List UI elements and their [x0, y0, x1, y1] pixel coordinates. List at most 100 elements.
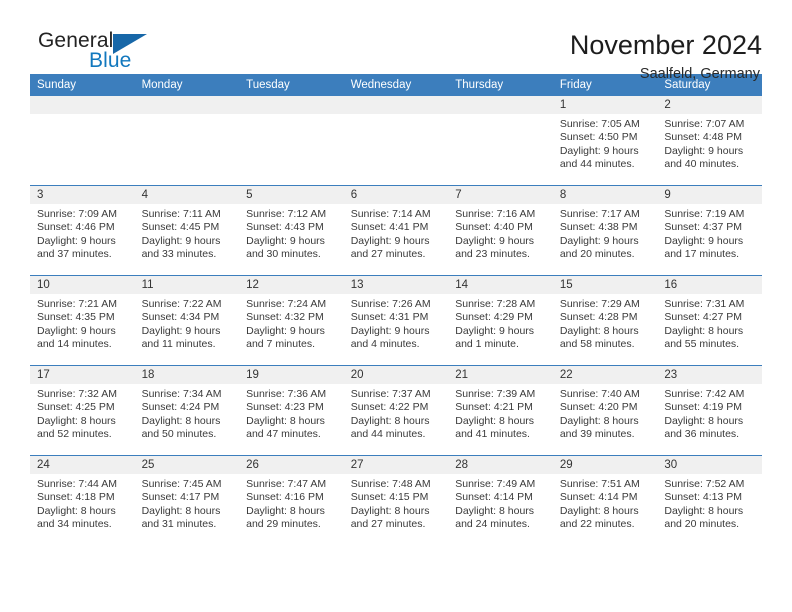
weekday-header-tuesday: Tuesday — [239, 74, 344, 96]
daylight-duration-line1: Daylight: 9 hours — [559, 234, 639, 247]
day-number: 7 — [448, 186, 553, 204]
sunset-time: Sunset: 4:19 PM — [664, 401, 743, 414]
calendar-week-row: 1 Sunrise: 7:05 AM Sunset: 4:50 PM Daylight… — [30, 96, 762, 186]
calendar-day-cell[interactable]: 11 Sunrise: 7:22 AM Sunset: 4:34 PM Dayligh… — [134, 275, 240, 366]
weekday-header-thursday: Thursday — [448, 74, 553, 96]
day-number: 23 — [657, 366, 762, 384]
day-details: Sunrise: 7:51 AM Sunset: 4:14 PM Daylight:… — [553, 474, 658, 532]
calendar-day-cell[interactable]: 23 Sunrise: 7:42 AM Sunset: 4:19 PM Dayligh… — [657, 365, 762, 456]
day-number: 8 — [552, 186, 658, 204]
calendar-day-cell[interactable]: 30 Sunrise: 7:52 AM Sunset: 4:13 PM Dayligh… — [657, 455, 762, 545]
sunset-time: Sunset: 4:18 PM — [37, 491, 115, 504]
day-number: 11 — [134, 276, 240, 294]
sunrise-time: Sunrise: 7:47 AM — [246, 478, 327, 490]
daylight-duration-line1: Daylight: 9 hours — [246, 324, 325, 337]
daylight-duration-line1: Daylight: 8 hours — [246, 504, 325, 517]
calendar-day-cell[interactable]: 22 Sunrise: 7:40 AM Sunset: 4:20 PM Dayligh… — [552, 365, 658, 456]
daylight-duration-line2: and 1 minute. — [455, 338, 519, 351]
calendar-day-cell[interactable]: 2 Sunrise: 7:07 AM Sunset: 4:48 PM Daylight… — [657, 96, 762, 186]
daylight-duration-line1: Daylight: 8 hours — [559, 414, 639, 427]
day-details: Sunrise: 7:19 AM Sunset: 4:37 PM Daylight:… — [657, 204, 762, 262]
day-details: Sunrise: 7:49 AM Sunset: 4:14 PM Daylight:… — [448, 474, 553, 532]
daylight-duration-line1: Daylight: 8 hours — [37, 414, 116, 427]
sunset-time: Sunset: 4:31 PM — [350, 311, 429, 324]
daylight-duration-line2: and 29 minutes. — [246, 518, 321, 531]
sunrise-time: Sunrise: 7:31 AM — [664, 298, 745, 310]
daylight-duration-line2: and 22 minutes. — [559, 518, 635, 531]
sunrise-time: Sunrise: 7:44 AM — [37, 478, 117, 490]
day-number: 22 — [552, 366, 658, 384]
sunrise-time: Sunrise: 7:05 AM — [559, 118, 640, 130]
daylight-duration-line2: and 14 minutes. — [37, 338, 112, 351]
sunrise-time: Sunrise: 7:29 AM — [559, 298, 640, 310]
calendar-day-cell[interactable]: 25 Sunrise: 7:45 AM Sunset: 4:17 PM Dayligh… — [134, 455, 240, 545]
daylight-duration-line2: and 50 minutes. — [141, 428, 217, 441]
calendar-day-cell[interactable]: 6 Sunrise: 7:14 AM Sunset: 4:41 PM Daylight… — [343, 185, 449, 276]
sunrise-sunset-calendar: Sunday Monday Tuesday Wednesday Thursday… — [30, 74, 762, 545]
daylight-duration-line2: and 20 minutes. — [664, 518, 740, 531]
day-number: 5 — [239, 186, 344, 204]
calendar-day-cell[interactable]: 8 Sunrise: 7:17 AM Sunset: 4:38 PM Daylight… — [552, 185, 658, 276]
daylight-duration-line2: and 7 minutes. — [246, 338, 316, 351]
day-number — [448, 96, 553, 114]
general-blue-logo[interactable]: General Blue — [30, 28, 180, 80]
sunrise-time: Sunrise: 7:48 AM — [350, 478, 431, 490]
calendar-day-cell[interactable]: 5 Sunrise: 7:12 AM Sunset: 4:43 PM Daylight… — [239, 185, 344, 276]
calendar-day-cell[interactable]: 19 Sunrise: 7:36 AM Sunset: 4:23 PM Dayligh… — [239, 365, 344, 456]
calendar-day-cell[interactable]: 13 Sunrise: 7:26 AM Sunset: 4:31 PM Dayligh… — [343, 275, 449, 366]
sunrise-time: Sunrise: 7:51 AM — [559, 478, 640, 490]
day-details: Sunrise: 7:45 AM Sunset: 4:17 PM Daylight:… — [135, 474, 240, 532]
day-details: Sunrise: 7:47 AM Sunset: 4:16 PM Daylight:… — [239, 474, 344, 532]
daylight-duration-line1: Daylight: 9 hours — [664, 144, 744, 157]
sunset-time: Sunset: 4:35 PM — [37, 311, 115, 324]
sunrise-time: Sunrise: 7:36 AM — [246, 388, 327, 400]
calendar-day-cell[interactable]: 17 Sunrise: 7:32 AM Sunset: 4:25 PM Dayligh… — [30, 365, 135, 456]
calendar-day-cell[interactable]: 29 Sunrise: 7:51 AM Sunset: 4:14 PM Dayligh… — [552, 455, 658, 545]
calendar-day-cell[interactable]: 3 Sunrise: 7:09 AM Sunset: 4:46 PM Daylight… — [30, 185, 135, 276]
day-number: 24 — [30, 456, 135, 474]
day-number: 12 — [239, 276, 344, 294]
day-details: Sunrise: 7:32 AM Sunset: 4:25 PM Daylight:… — [30, 384, 135, 442]
sunrise-time: Sunrise: 7:26 AM — [350, 298, 431, 310]
calendar-day-cell[interactable]: 16 Sunrise: 7:31 AM Sunset: 4:27 PM Dayligh… — [657, 275, 762, 366]
daylight-duration-line1: Daylight: 8 hours — [559, 504, 639, 517]
calendar-day-cell[interactable]: 12 Sunrise: 7:24 AM Sunset: 4:32 PM Dayligh… — [239, 275, 344, 366]
daylight-duration-line2: and 40 minutes. — [664, 158, 740, 171]
day-number: 21 — [448, 366, 553, 384]
sunset-time: Sunset: 4:41 PM — [350, 221, 429, 234]
calendar-day-cell[interactable]: 1 Sunrise: 7:05 AM Sunset: 4:50 PM Daylight… — [552, 96, 658, 186]
day-number: 30 — [657, 456, 762, 474]
calendar-day-cell[interactable]: 27 Sunrise: 7:48 AM Sunset: 4:15 PM Dayligh… — [343, 455, 449, 545]
day-number: 9 — [657, 186, 762, 204]
calendar-day-cell[interactable]: 26 Sunrise: 7:47 AM Sunset: 4:16 PM Dayligh… — [239, 455, 344, 545]
sunset-time: Sunset: 4:15 PM — [350, 491, 429, 504]
day-details: Sunrise: 7:14 AM Sunset: 4:41 PM Daylight:… — [344, 204, 449, 262]
calendar-day-cell-empty — [134, 96, 240, 186]
calendar-day-cell[interactable]: 24 Sunrise: 7:44 AM Sunset: 4:18 PM Dayligh… — [30, 455, 135, 545]
sunrise-time: Sunrise: 7:49 AM — [455, 478, 536, 490]
daylight-duration-line2: and 27 minutes. — [350, 518, 426, 531]
calendar-day-cell[interactable]: 28 Sunrise: 7:49 AM Sunset: 4:14 PM Dayligh… — [448, 455, 553, 545]
day-details: Sunrise: 7:21 AM Sunset: 4:35 PM Daylight:… — [30, 294, 135, 352]
calendar-day-cell[interactable]: 21 Sunrise: 7:39 AM Sunset: 4:21 PM Dayligh… — [448, 365, 553, 456]
daylight-duration-line1: Daylight: 8 hours — [37, 504, 116, 517]
calendar-day-cell[interactable]: 7 Sunrise: 7:16 AM Sunset: 4:40 PM Daylight… — [448, 185, 553, 276]
daylight-duration-line1: Daylight: 9 hours — [141, 324, 221, 337]
sunset-time: Sunset: 4:25 PM — [37, 401, 115, 414]
calendar-day-cell[interactable]: 10 Sunrise: 7:21 AM Sunset: 4:35 PM Dayligh… — [30, 275, 135, 366]
sunset-time: Sunset: 4:40 PM — [455, 221, 533, 234]
day-details: Sunrise: 7:12 AM Sunset: 4:43 PM Daylight:… — [239, 204, 344, 262]
daylight-duration-line1: Daylight: 8 hours — [350, 414, 430, 427]
sunset-time: Sunset: 4:32 PM — [246, 311, 324, 324]
daylight-duration-line2: and 37 minutes. — [37, 248, 112, 261]
day-number: 2 — [657, 96, 762, 114]
calendar-day-cell[interactable]: 9 Sunrise: 7:19 AM Sunset: 4:37 PM Daylight… — [657, 185, 762, 276]
calendar-day-cell[interactable]: 20 Sunrise: 7:37 AM Sunset: 4:22 PM Dayligh… — [343, 365, 449, 456]
calendar-day-cell[interactable]: 18 Sunrise: 7:34 AM Sunset: 4:24 PM Dayligh… — [134, 365, 240, 456]
day-number: 19 — [239, 366, 344, 384]
calendar-day-cell[interactable]: 4 Sunrise: 7:11 AM Sunset: 4:45 PM Daylight… — [134, 185, 240, 276]
daylight-duration-line2: and 39 minutes. — [559, 428, 635, 441]
sunrise-time: Sunrise: 7:28 AM — [455, 298, 536, 310]
calendar-day-cell[interactable]: 14 Sunrise: 7:28 AM Sunset: 4:29 PM Dayligh… — [448, 275, 553, 366]
calendar-day-cell[interactable]: 15 Sunrise: 7:29 AM Sunset: 4:28 PM Dayligh… — [552, 275, 658, 366]
